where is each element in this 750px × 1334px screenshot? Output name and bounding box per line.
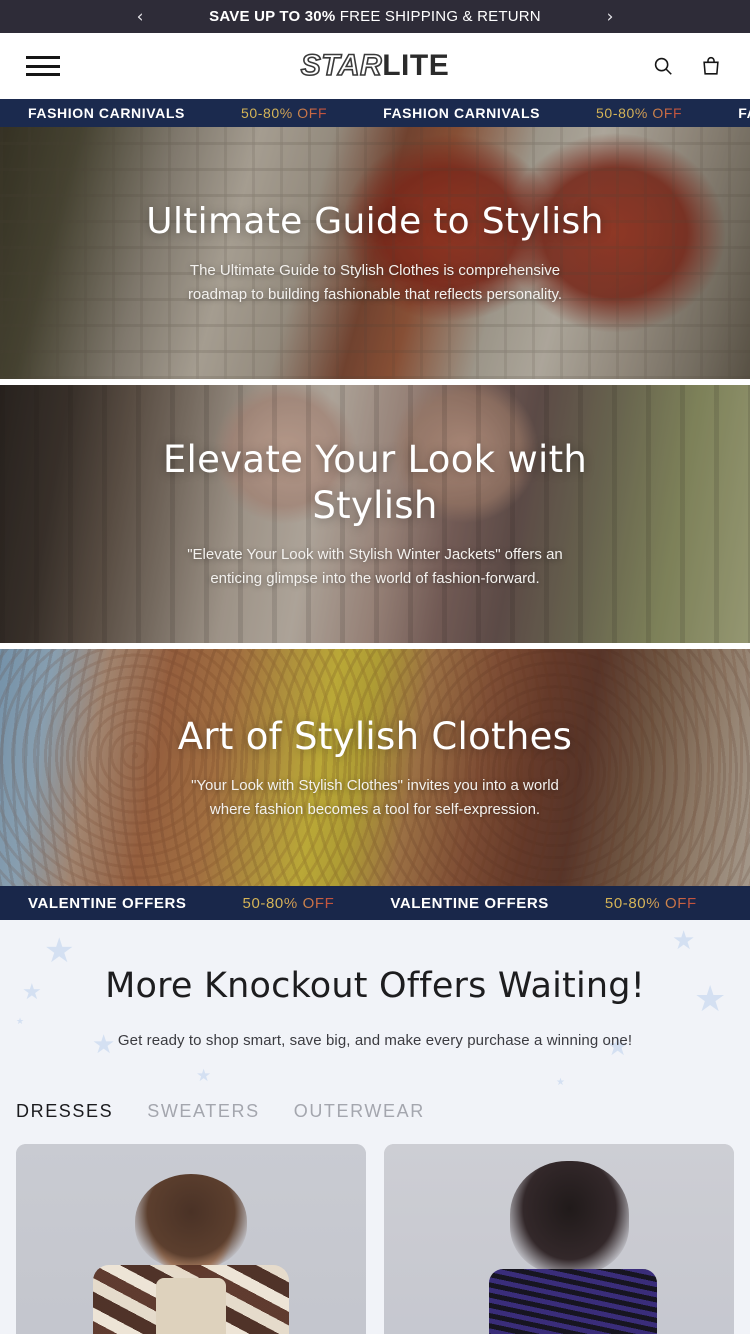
offers-title: More Knockout Offers Waiting! [105, 966, 645, 1006]
category-tabs: DRESSES SWEATERS OUTERWEAR [0, 1088, 750, 1134]
hero-subtitle: "Elevate Your Look with Stylish Winter J… [187, 546, 563, 587]
tab-dresses[interactable]: DRESSES [16, 1101, 113, 1122]
offers-subtitle: Get ready to shop smart, save big, and m… [117, 1032, 633, 1049]
header-actions [650, 53, 724, 79]
product-image-detail [489, 1269, 657, 1334]
marquee-label: VALENTINE OFFERS [725, 895, 750, 912]
marquee-label: VALENTINE OFFERS [28, 894, 187, 912]
hero-content: Art of Stylish Clothes "Your Look with S… [0, 649, 750, 886]
marquee-discount: 50-80% OFF [577, 895, 725, 912]
star-decoration: ★ [196, 1066, 212, 1086]
logo-lite-text: LITE [382, 49, 450, 82]
search-icon[interactable] [650, 53, 676, 79]
product-grid [0, 1134, 750, 1334]
hero-banner-3[interactable]: Art of Stylish Clothes "Your Look with S… [0, 649, 750, 886]
hero-content: Elevate Your Look with Stylish "Elevate … [0, 385, 750, 643]
marquee-label: VALENTINE OFFERS [390, 894, 549, 912]
product-card-2[interactable] [384, 1144, 734, 1334]
tab-sweaters[interactable]: SWEATERS [147, 1101, 259, 1122]
hero-banner-1[interactable]: Ultimate Guide to Stylish The Ultimate G… [0, 127, 750, 379]
marquee-discount: 50-80% OFF [215, 895, 363, 912]
marquee-label: FASHION CARNIVALS [738, 105, 750, 121]
announcement-strong-text: SAVE UP TO 30% [209, 8, 336, 25]
product-card-1[interactable] [16, 1144, 366, 1334]
product-image-detail [135, 1174, 247, 1270]
hero-banner-2[interactable]: Elevate Your Look with Stylish "Elevate … [0, 385, 750, 643]
logo-star-text: STAR [300, 48, 383, 83]
announcement-bar: ‹ SAVE UP TO 30% FREE SHIPPING & RETURN … [0, 0, 750, 33]
hero-title: Art of Stylish Clothes [177, 714, 573, 758]
product-image-detail [156, 1277, 226, 1334]
hero-subtitle: "Your Look with Stylish Clothes" invites… [191, 776, 559, 818]
site-header: STAR LITE [0, 33, 750, 99]
marquee-track: VALENTINE OFFERS 50-80% OFF VALENTINE OF… [0, 895, 750, 912]
announcement-light-text: FREE SHIPPING & RETURN [339, 8, 541, 25]
tab-outerwear[interactable]: OUTERWEAR [294, 1101, 425, 1122]
product-image-detail [510, 1161, 629, 1274]
announcement-prev-button[interactable]: ‹ [120, 0, 160, 33]
star-decoration: ★ [672, 926, 696, 956]
hero-content: Ultimate Guide to Stylish The Ultimate G… [0, 127, 750, 379]
marquee-label: FASHION CARNIVALS [383, 105, 541, 121]
marquee-valentine-offers: VALENTINE OFFERS 50-80% OFF VALENTINE OF… [0, 886, 750, 920]
site-logo[interactable]: STAR LITE [0, 33, 750, 99]
hero-subtitle: The Ultimate Guide to Stylish Clothes is… [187, 262, 563, 303]
hero-title: Ultimate Guide to Stylish [146, 201, 604, 242]
star-decoration: ★ [16, 1017, 25, 1027]
product-image [16, 1144, 366, 1334]
marquee-discount: 50-80% OFF [568, 105, 710, 121]
announcement-text: SAVE UP TO 30% FREE SHIPPING & RETURN [209, 8, 541, 25]
marquee-discount: 50-80% OFF [213, 105, 355, 121]
star-decoration: ★ [44, 931, 75, 971]
shopping-bag-icon[interactable] [698, 53, 724, 79]
marquee-fashion-carnivals: FASHION CARNIVALS 50-80% OFF FASHION CAR… [0, 99, 750, 127]
star-decoration: ★ [556, 1077, 565, 1088]
marquee-label: FASHION CARNIVALS [28, 105, 185, 121]
announcement-next-button[interactable]: › [590, 0, 630, 33]
product-image [384, 1144, 734, 1334]
marquee-track: FASHION CARNIVALS 50-80% OFF FASHION CAR… [0, 105, 750, 121]
hero-title: Elevate Your Look with Stylish [162, 438, 588, 527]
offers-section: ★ ★ ★ ★ ★ ★ ★ ★ ★ More Knockout Offers W… [0, 920, 750, 1088]
page-root: ‹ SAVE UP TO 30% FREE SHIPPING & RETURN … [0, 0, 750, 1334]
